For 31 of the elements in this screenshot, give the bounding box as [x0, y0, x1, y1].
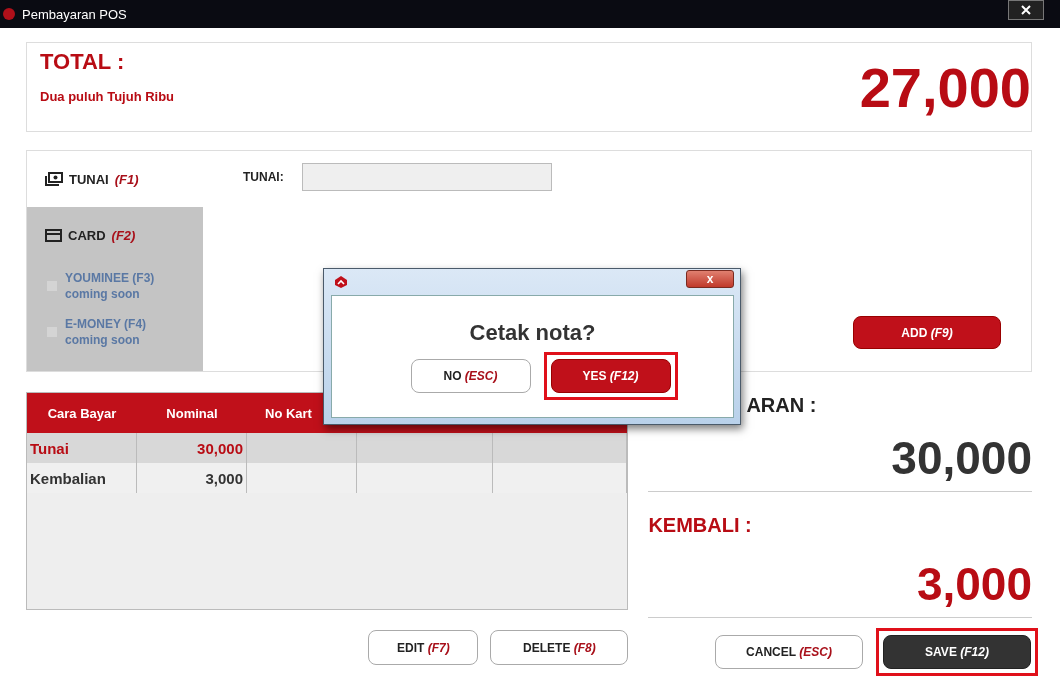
credit-card-icon: [45, 228, 62, 242]
table-cell: Kembalian: [27, 463, 137, 493]
change-amount: 3,000: [915, 557, 1032, 611]
total-amount: 27,000: [859, 54, 1031, 120]
column-header: Cara Bayar: [46, 405, 118, 421]
column-header: Nominal: [165, 405, 219, 421]
cash-icon: [45, 172, 63, 186]
paid-label: ARAN :: [745, 394, 818, 417]
table-action-button[interactable]: EDIT (F7): [368, 630, 479, 665]
payment-method-tab[interactable]: TUNAI (F1): [27, 151, 203, 207]
cash-input-field[interactable]: [301, 163, 552, 191]
cash-label: TUNAI:: [243, 170, 284, 184]
window-title: Pembayaran POS: [22, 6, 127, 22]
change-label: KEMBALI :: [648, 514, 753, 537]
add-button[interactable]: ADD (F9): [853, 316, 1001, 349]
table-cell: 3,000: [137, 463, 247, 493]
dialog-message: Cetak nota?: [469, 320, 596, 346]
footer-button[interactable]: SAVE (F12): [883, 635, 1031, 669]
total-in-words: Dua puluh Tujuh Ribu: [40, 89, 175, 104]
app-logo-icon: [335, 276, 347, 288]
close-button[interactable]: [1008, 0, 1044, 20]
paid-amount: 30,000: [890, 431, 1032, 485]
close-button[interactable]: x: [686, 270, 734, 288]
total-label: TOTAL :: [40, 49, 126, 75]
table-action-button[interactable]: DELETE (F8): [490, 630, 629, 665]
footer-button[interactable]: CANCEL (ESC): [715, 635, 863, 669]
dialog-button[interactable]: YES (F12): [550, 359, 671, 393]
close-icon: [1021, 5, 1031, 15]
column-header: No Kart: [264, 405, 313, 421]
dialog-button[interactable]: NO (ESC): [410, 359, 531, 393]
app-logo-icon: [2, 7, 16, 21]
